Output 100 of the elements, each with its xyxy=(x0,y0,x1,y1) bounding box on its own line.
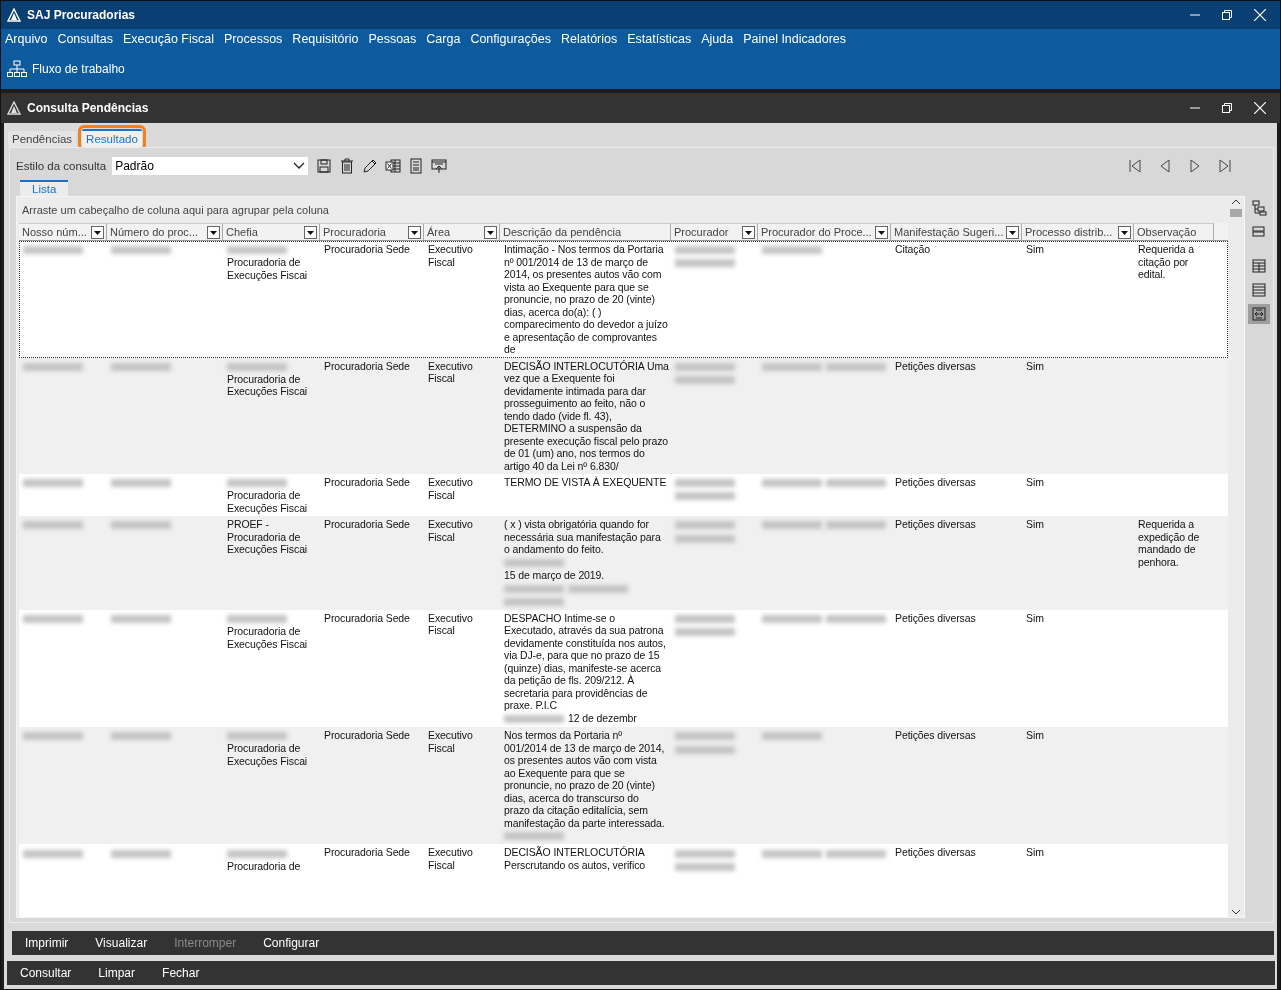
first-page-icon[interactable] xyxy=(1127,158,1143,174)
export-icon[interactable] xyxy=(431,158,448,174)
chevron-icon xyxy=(293,162,306,170)
filter-dropdown-icon[interactable] xyxy=(207,225,220,239)
menu-item[interactable]: Carga xyxy=(426,31,461,47)
menu-item[interactable]: Configurações xyxy=(470,31,551,47)
cell-text: 12 de dezembr xyxy=(568,711,637,725)
column-header[interactable]: Procurador do Proce... xyxy=(758,223,891,240)
footer-button[interactable]: Fechar xyxy=(154,964,208,982)
child-window-title: Consulta Pendências xyxy=(27,101,150,115)
filter-dropdown-icon[interactable] xyxy=(408,225,421,239)
restore-icon[interactable] xyxy=(1222,103,1232,113)
filter-dropdown-icon[interactable] xyxy=(742,225,755,239)
column-header[interactable]: Nosso núm... xyxy=(19,223,107,240)
tab[interactable]: Lista xyxy=(20,180,69,196)
menu-item[interactable]: Processos xyxy=(224,31,283,47)
action-button[interactable]: Imprimir xyxy=(17,934,77,952)
last-page-icon[interactable] xyxy=(1217,158,1233,174)
menu-item[interactable]: Estatísticas xyxy=(627,31,692,47)
table-cell-text: Sim xyxy=(1025,475,1045,490)
filter-dropdown-icon[interactable] xyxy=(484,225,497,239)
filter-dropdown-icon[interactable] xyxy=(1006,225,1019,239)
table-cell-text: Requerida a expedição de mandado de penhora. xyxy=(1137,517,1201,570)
table-row[interactable]: Procuradoria de Execuções Fiscai Procuradoria Sede Executivo Fiscal TERMO DE VISTA À EXEQUENTE Petições diversas Sim xyxy=(19,474,1228,517)
cell-text: DESPACHO Intime-se o Executado, através da sua patrona devidamente constituída nos autos, via DJ-e, para que no prazo de 15 (quinze) dias, manifeste-se acerca da petição de fls. 209/212. À secretaria para providências de praxe. P.I.C xyxy=(504,611,667,712)
close-icon[interactable] xyxy=(1254,9,1266,21)
filter-dropdown-icon[interactable] xyxy=(1118,225,1131,239)
column-header[interactable]: Número do proc... xyxy=(107,223,223,240)
menu-item[interactable]: Painel Indicadores xyxy=(743,31,847,47)
scroll-down-icon[interactable] xyxy=(1231,907,1241,917)
trash-icon[interactable] xyxy=(339,158,356,174)
table-cell-text: Executivo Fiscal xyxy=(427,728,474,756)
menu-item[interactable]: Relatórios xyxy=(561,31,618,47)
style-dropdown[interactable]: Padrão xyxy=(112,157,309,175)
action-button[interactable]: Visualizar xyxy=(87,934,156,952)
footer-button[interactable]: Limpar xyxy=(90,964,144,982)
table-cell-text: Requerida a citação por edital. xyxy=(1137,242,1196,282)
table-cell-text: Petições diversas xyxy=(894,610,977,626)
action-button[interactable]: Configurar xyxy=(255,934,328,952)
table-cell-text: DECISÃO INTERLOCUTÓRIA Uma vez que a Exequente foi devidamente intimada para dar prosseguimento ao feito, não o tendo dado (vide fl. 43), DETERMINO a suspensão da presente execução fiscal pelo prazo de 01 (um) ano, nos termos do artigo 40 da Lei nº 6.830/ xyxy=(503,358,670,473)
logo-icon xyxy=(7,101,21,115)
cell-text: Procuradoria de Execuções Fiscai xyxy=(227,625,309,651)
menu-item[interactable]: Execução Fiscal xyxy=(123,31,214,47)
table-row[interactable] xyxy=(19,516,1228,610)
field-label: Estilo da consulta xyxy=(16,160,107,172)
table-cell-text: Sim xyxy=(1025,517,1045,533)
menu-item[interactable]: Pessoas xyxy=(368,31,417,47)
table-cell-text: Sim xyxy=(1025,610,1045,626)
table-cell-text: Procuradoria Sede xyxy=(323,475,411,490)
document-icon[interactable] xyxy=(408,158,425,174)
menu-item[interactable]: Arquivo xyxy=(5,31,48,47)
workflow-icon[interactable] xyxy=(7,60,27,78)
toolbar-label[interactable]: Fluxo de trabalho xyxy=(32,62,125,76)
table-cell-text: Petições diversas xyxy=(894,358,977,374)
pencil-icon[interactable] xyxy=(362,158,379,174)
menu-item[interactable]: Consultas xyxy=(57,31,113,47)
cell-text: Procuradoria de xyxy=(227,859,301,873)
column-header[interactable]: Área xyxy=(424,223,500,240)
table-row[interactable]: Procuradoria de Procuradoria Sede Executivo Fiscal DECISÃO INTERLOCUTÓRIA Perscrutando os autos, verifico Petições diversas Sim xyxy=(19,844,1228,875)
column-header[interactable]: Observação xyxy=(1134,223,1214,240)
table-cell-text: Executivo Fiscal xyxy=(427,358,474,386)
scroll-up-icon[interactable] xyxy=(1231,197,1241,207)
cell-text: Nos termos da Portaria nº 001/2014 de 13 de março de 2014, os presentes autos vão com vista ao Exequente para que se pronuncie, no prazo de 20 (vinte) dias, acerca do transcurso do prazo da citação editalícia, sem manifestação da parte interessada. xyxy=(504,729,666,830)
save-icon[interactable] xyxy=(316,158,333,174)
table-cell-text: Petições diversas xyxy=(894,845,977,861)
column-header[interactable]: Chefia xyxy=(223,223,320,240)
table-row[interactable] xyxy=(19,357,1228,474)
cell-text: Procuradoria de Execuções Fiscai xyxy=(227,372,309,398)
fit-view-icon[interactable] xyxy=(1248,304,1270,324)
table-cell-text: Executivo Fiscal xyxy=(427,610,474,639)
table-cell-text: Executivo Fiscal xyxy=(427,475,474,503)
table-row[interactable] xyxy=(19,727,1228,845)
filter-dropdown-icon[interactable] xyxy=(91,225,104,239)
cell-text: ( x ) vista obrigatória quando for necessária sua manifestação para o andamento do feito. xyxy=(504,518,662,556)
table-cell-text: Procuradoria Sede xyxy=(323,728,411,744)
scrollbar[interactable] xyxy=(1228,197,1244,917)
table-row[interactable] xyxy=(19,241,1228,358)
table-cell-text: Executivo Fiscal xyxy=(427,845,474,873)
close-icon[interactable] xyxy=(1254,102,1266,114)
footer-button[interactable]: Consultar xyxy=(12,964,80,982)
cell-text: Procuradoria de Execuções Fiscai xyxy=(227,256,309,282)
column-header[interactable]: Procuradoria xyxy=(320,223,424,240)
column-header[interactable]: Manifestação Sugeri... xyxy=(891,223,1022,240)
tab[interactable]: Pendências xyxy=(8,131,77,147)
table-cell-text: Procuradoria Sede xyxy=(323,610,411,626)
table-cell-text: Procuradoria Sede xyxy=(323,242,411,257)
restore-icon[interactable] xyxy=(1222,10,1232,20)
filter-dropdown-icon[interactable] xyxy=(875,225,888,239)
table-cell-text: DECISÃO INTERLOCUTÓRIA Perscrutando os autos, verifico xyxy=(503,845,647,873)
spreadsheet-icon[interactable] xyxy=(385,158,402,174)
column-header[interactable]: Processo distrib... xyxy=(1022,223,1134,240)
menu-item[interactable]: Requisitório xyxy=(292,31,359,47)
column-header[interactable]: Procurador xyxy=(671,223,758,240)
menu-item[interactable]: Ajuda xyxy=(701,31,734,47)
table-cell-text: Sim xyxy=(1025,358,1045,374)
cell-text: Procuradoria de Execuções Fiscai xyxy=(227,742,309,768)
column-header[interactable]: Descrição da pendência xyxy=(500,223,671,240)
scroll-thumb[interactable] xyxy=(1230,209,1242,217)
filter-dropdown-icon[interactable] xyxy=(304,225,317,239)
table-cell-text: TERMO DE VISTA À EXEQUENTE xyxy=(503,475,668,490)
